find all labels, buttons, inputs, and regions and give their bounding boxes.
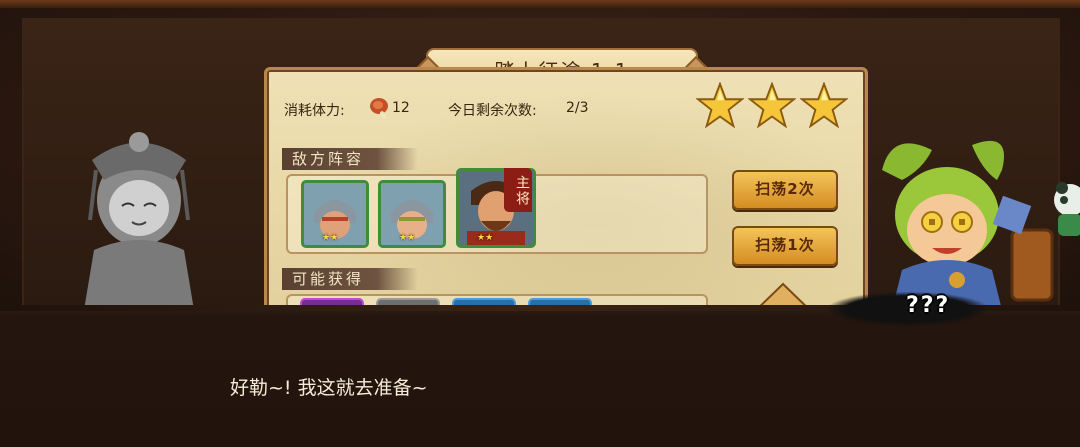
star-icon [800, 82, 848, 128]
dialog-box[interactable] [0, 305, 1080, 447]
panda-icon [1054, 182, 1080, 236]
sweep-twice-button[interactable]: 扫荡2次 [732, 170, 838, 210]
enemy-section-label: 敌方阵容 [282, 148, 418, 170]
boss-tag: 主将 [504, 168, 532, 212]
rewards-section-label: 可能获得 [282, 268, 418, 290]
dialog-text: 好勒~! 我这就去准备~ [230, 377, 428, 399]
left-character-portrait [84, 132, 194, 310]
rank-stars: ★★ [477, 233, 494, 243]
meat-icon [370, 98, 388, 119]
speaker-name: ??? [906, 293, 951, 318]
remaining-label: 今日剩余次数: [448, 103, 537, 119]
enemy-portrait[interactable]: ★★ [378, 180, 446, 248]
speaker-character-portrait [882, 140, 1054, 310]
star-icon [696, 82, 744, 128]
remaining-value: 2/3 [566, 100, 589, 116]
stage-stars [696, 82, 848, 128]
rank-stars: ★★ [322, 233, 339, 243]
stamina-cost: 12 [392, 100, 410, 116]
stamina-label: 消耗体力: [284, 103, 345, 119]
star-icon [748, 82, 796, 128]
rank-stars: ★★ [399, 233, 416, 243]
enemy-portrait[interactable]: ★★ [301, 180, 369, 248]
sweep-once-button[interactable]: 扫荡1次 [732, 226, 838, 266]
